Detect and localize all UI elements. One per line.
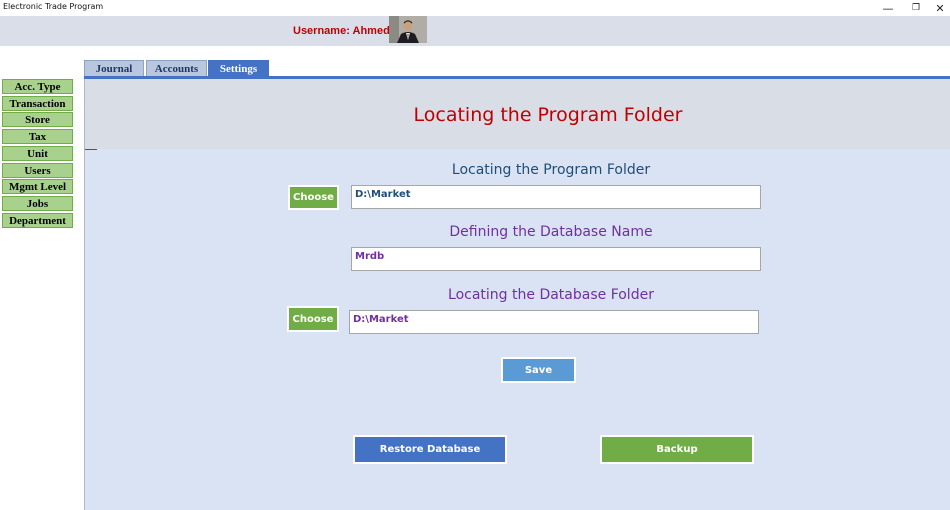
settings-panel: Locating the Program Folder Locating the…	[84, 79, 950, 510]
tab-journal[interactable]: Journal	[84, 60, 144, 76]
username-label: Username: Ahmed	[293, 25, 390, 37]
sidebar-item-acc-type[interactable]: Acc. Type	[2, 79, 73, 94]
tab-settings[interactable]: Settings	[208, 60, 269, 76]
choose-database-folder-button[interactable]: Choose	[287, 306, 339, 332]
database-folder-heading: Locating the Database Folder	[448, 287, 654, 303]
sidebar-item-mgmt-level[interactable]: Mgmt Level	[2, 179, 73, 194]
database-name-field[interactable]: Mrdb	[351, 247, 761, 271]
database-name-heading: Defining the Database Name	[449, 224, 653, 240]
user-photo-icon	[389, 16, 427, 43]
sidebar-item-tax[interactable]: Tax	[2, 129, 73, 144]
sidebar-item-transaction[interactable]: Transaction	[2, 96, 73, 111]
program-folder-field[interactable]: D:\Market	[351, 185, 761, 209]
close-icon[interactable]: ✕	[926, 0, 950, 16]
sidebar-item-users[interactable]: Users	[2, 163, 73, 178]
sidebar-item-store[interactable]: Store	[2, 112, 73, 127]
save-button[interactable]: Save	[501, 357, 576, 383]
tab-accounts[interactable]: Accounts	[146, 60, 207, 76]
sidebar-item-department[interactable]: Department	[2, 213, 73, 228]
program-folder-heading: Locating the Program Folder	[451, 162, 651, 178]
minimize-icon[interactable]: —	[874, 0, 902, 16]
window-title: Electronic Trade Program	[3, 2, 104, 11]
choose-program-folder-button[interactable]: Choose	[288, 185, 339, 210]
window-title-bar: Electronic Trade Program — ❐ ✕	[0, 0, 950, 16]
restore-database-button[interactable]: Restore Database	[353, 435, 507, 464]
sidebar-item-unit[interactable]: Unit	[2, 146, 73, 161]
page-banner: Locating the Program Folder	[85, 79, 950, 149]
sidebar-item-jobs[interactable]: Jobs	[2, 196, 73, 211]
user-header: Username: Ahmed	[0, 16, 950, 46]
backup-button[interactable]: Backup	[600, 435, 754, 464]
page-title: Locating the Program Folder	[413, 104, 683, 126]
banner-divider	[85, 149, 97, 150]
database-folder-field[interactable]: D:\Market	[349, 310, 759, 334]
